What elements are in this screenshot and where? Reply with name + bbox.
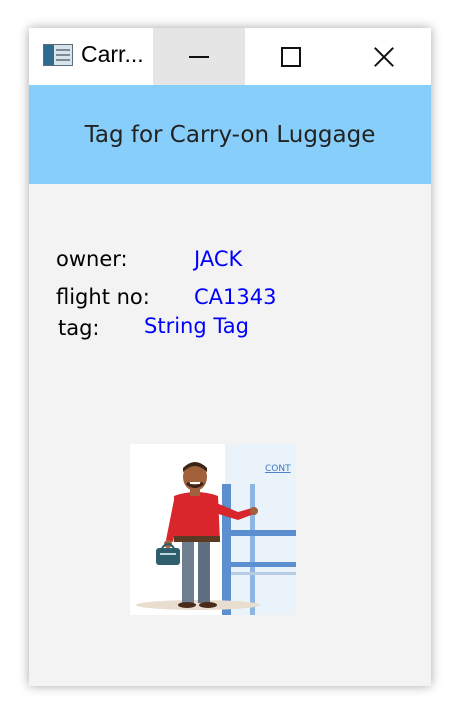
minimize-button[interactable] — [153, 28, 245, 85]
minimize-icon — [189, 55, 209, 58]
traveler-illustration: CONT — [130, 444, 296, 615]
close-button[interactable] — [337, 28, 431, 85]
tag-label: tag: — [58, 316, 100, 340]
sign-text: CONT — [265, 464, 291, 474]
banner-title: Tag for Carry-on Luggage — [84, 121, 376, 148]
title-bar[interactable]: Carr... — [29, 28, 431, 85]
owner-label: owner: — [56, 247, 128, 271]
window-title: Carr... — [81, 41, 144, 67]
app-window-icon — [43, 44, 73, 66]
traveler-image: CONT — [136, 444, 296, 615]
tag-value: String Tag — [144, 314, 249, 338]
maximize-icon — [281, 46, 301, 67]
app-window: Carr... Tag for Carry-on Luggage owner: … — [29, 28, 431, 686]
maximize-button[interactable] — [245, 28, 337, 85]
close-icon — [373, 46, 395, 68]
header-banner: Tag for Carry-on Luggage — [29, 85, 431, 184]
flight-no-value: CA1343 — [194, 285, 277, 309]
owner-value: JACK — [194, 247, 243, 271]
flight-no-label: flight no: — [56, 285, 150, 309]
